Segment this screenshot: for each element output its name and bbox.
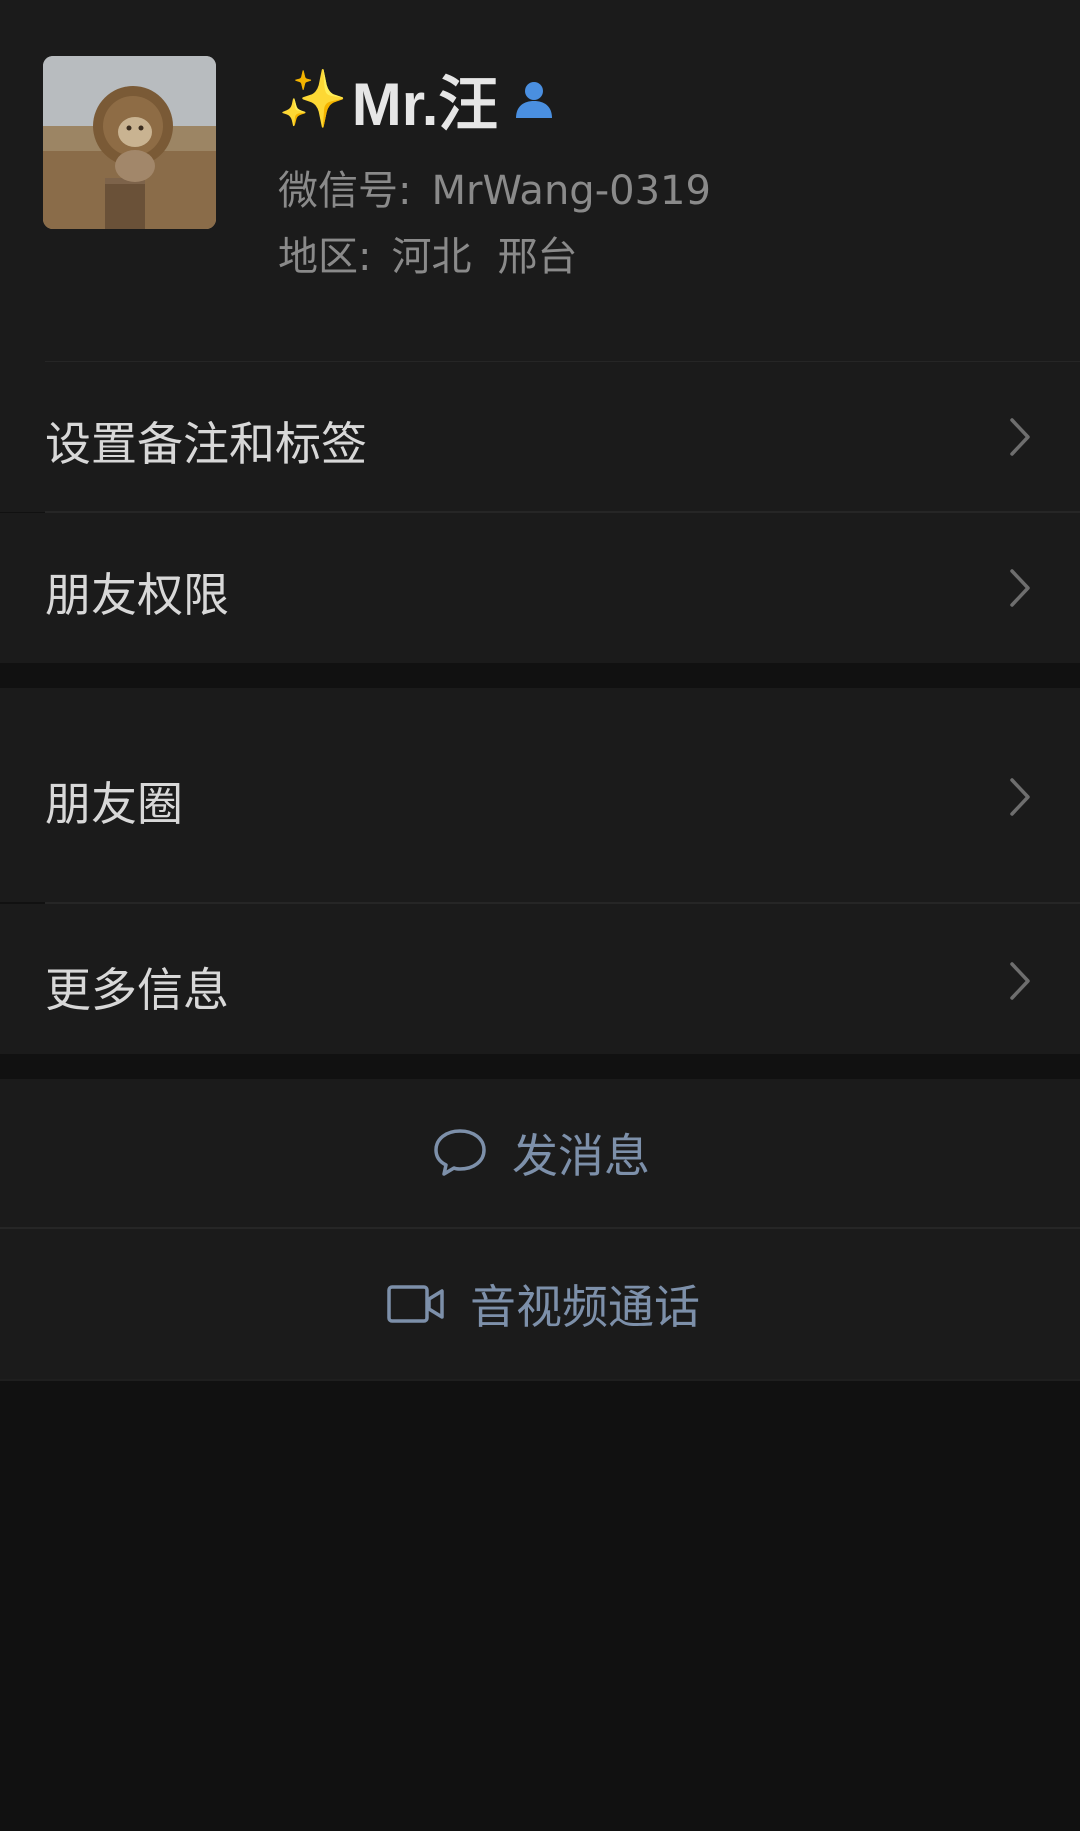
region-line: 地区: 河北 邢台	[278, 224, 577, 282]
avatar-image	[43, 56, 216, 229]
chevron-right-icon	[1010, 569, 1030, 607]
wechat-id-label: 微信号:	[278, 168, 412, 214]
region-city: 邢台	[497, 234, 578, 280]
remark-tags-cell[interactable]: 设置备注和标签	[0, 362, 1080, 512]
friend-permissions-cell[interactable]: 朋友权限	[0, 513, 1080, 663]
profile-header: ✨ Mr.汪 微信号: MrWang-0319 地区: 河北 邢台	[0, 0, 1080, 362]
person-icon	[516, 81, 553, 118]
chevron-right-icon	[1010, 418, 1030, 456]
name-row: ✨ Mr.汪	[278, 62, 556, 138]
video-camera-icon	[387, 1285, 444, 1323]
chat-bubble-icon	[434, 1129, 486, 1176]
sparkle-emoji: ✨	[278, 66, 348, 132]
display-name: Mr.汪	[351, 71, 499, 138]
wechat-id-value: MrWang-0319	[431, 168, 711, 214]
remark-tags-label: 设置备注和标签	[45, 417, 367, 471]
moments-cell[interactable]: 朋友圈	[0, 688, 1080, 902]
contact-profile-page: ✨ Mr.汪 微信号: MrWang-0319 地区: 河北 邢台 设置备注和标签 朋…	[0, 0, 1080, 1831]
friend-permissions-label: 朋友权限	[45, 568, 229, 622]
chevron-right-icon	[1010, 962, 1030, 1000]
av-call-label: 音视频通话	[470, 1280, 700, 1334]
send-message-label: 发消息	[512, 1129, 650, 1183]
avatar[interactable]	[43, 56, 216, 229]
more-info-label: 更多信息	[45, 963, 229, 1017]
send-message-button[interactable]: 发消息	[0, 1079, 1080, 1227]
chevron-right-icon	[1010, 778, 1030, 816]
moments-label: 朋友圈	[45, 777, 183, 831]
wechat-id-line: 微信号: MrWang-0319	[278, 158, 711, 216]
av-call-button[interactable]: 音视频通话	[0, 1229, 1080, 1379]
region-label: 地区:	[278, 234, 372, 280]
region-province: 河北	[391, 234, 472, 280]
more-info-cell[interactable]: 更多信息	[0, 904, 1080, 1054]
divider	[0, 1379, 1080, 1381]
